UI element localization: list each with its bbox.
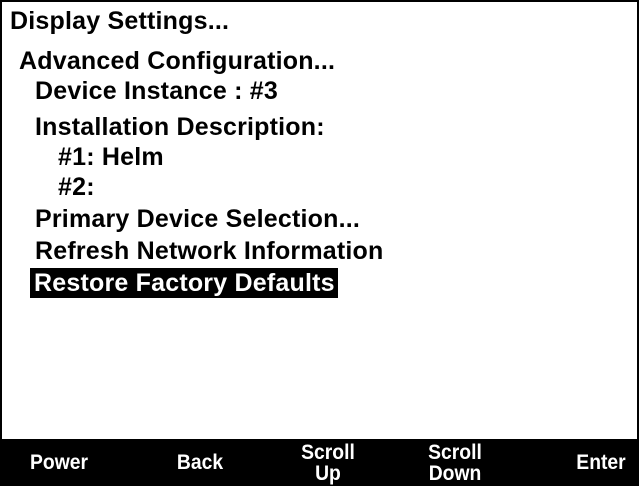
menu-item-refresh-network-information[interactable]: Refresh Network Information [35, 236, 384, 266]
softkey-scroll-down[interactable]: Scroll Down [414, 439, 497, 486]
softkey-scroll-up[interactable]: Scroll Up [287, 439, 370, 486]
installation-description-line-2[interactable]: #2: [58, 172, 95, 202]
softkey-back[interactable]: Back [159, 439, 242, 486]
installation-description-line-1[interactable]: #1: Helm [58, 142, 164, 172]
menu-item-device-instance[interactable]: Device Instance : #3 [35, 76, 278, 106]
lcd-screen: Display Settings... Advanced Configurati… [0, 0, 639, 486]
softkey-power[interactable]: Power [18, 439, 101, 486]
menu-item-restore-factory-defaults[interactable]: Restore Factory Defaults [30, 268, 338, 298]
softkey-bar: Power Back Scroll Up Scroll Down Enter [0, 439, 639, 486]
menu-item-advanced-configuration[interactable]: Advanced Configuration... [19, 46, 335, 76]
menu-item-primary-device-selection[interactable]: Primary Device Selection... [35, 204, 360, 234]
menu-item-installation-description[interactable]: Installation Description: [35, 112, 325, 142]
softkey-enter[interactable]: Enter [568, 439, 634, 486]
menu-item-display-settings[interactable]: Display Settings... [10, 6, 229, 36]
